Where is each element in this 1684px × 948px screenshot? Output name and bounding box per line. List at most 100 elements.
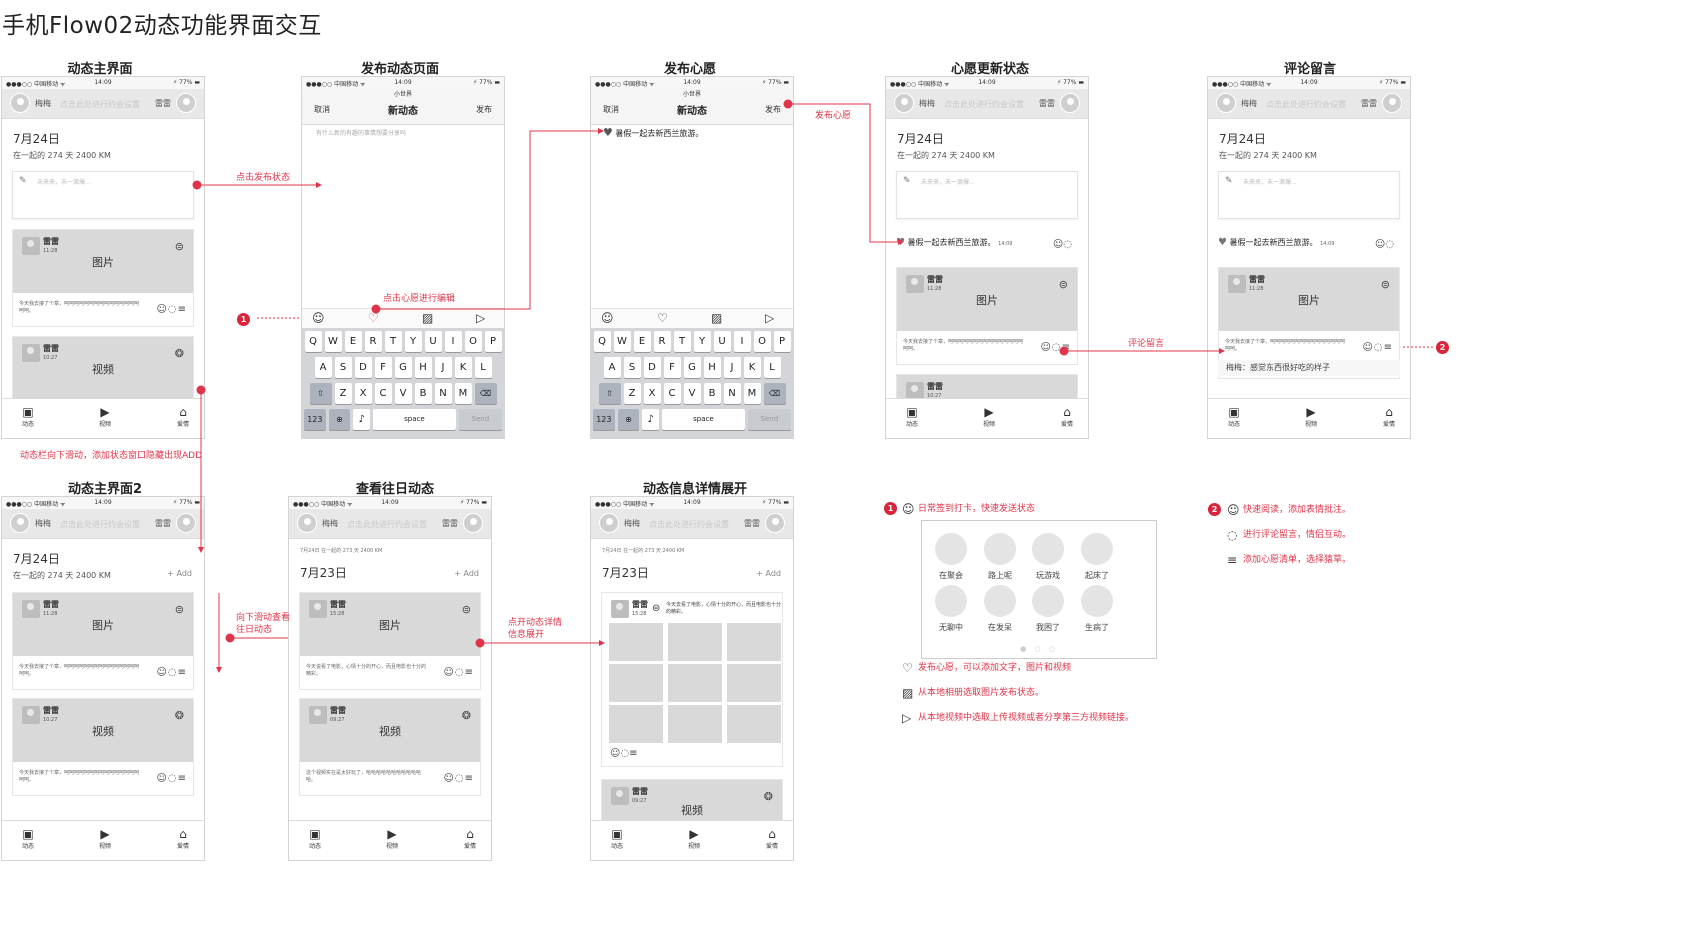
key-e[interactable]: E	[633, 331, 651, 352]
key-z[interactable]: Z	[334, 383, 352, 404]
mood-item[interactable]: 玩游戏	[1024, 533, 1072, 581]
feed-card-video[interactable]: 雷雷 09:27 视频 ❂ 这个视频实在是太好玩了，哈哈哈哈哈哈哈哈哈哈哈哈。 ☺◌≡	[299, 698, 481, 796]
key-d[interactable]: D	[643, 357, 661, 378]
key-v[interactable]: V	[394, 383, 412, 404]
card-actions[interactable]: ☺◌≡	[1362, 342, 1393, 353]
tab-love[interactable]: ⌂ 爱情	[455, 827, 485, 850]
delete-key[interactable]: ⌫	[763, 383, 786, 404]
photo-icon[interactable]: ▨	[711, 311, 722, 325]
video-icon[interactable]: ▷	[765, 311, 774, 325]
key-k[interactable]: K	[743, 357, 761, 378]
tab-video[interactable]: ▶ 视频	[974, 405, 1004, 428]
video-icon[interactable]: ▷	[476, 311, 485, 325]
feed-card-image[interactable]: 雷雷 11:28 图片 ⊜ 今天我去接了个章，呵呵呵呵呵呵呵呵呵呵呵呵呵呵呵呵呵。 ☺…	[896, 267, 1078, 365]
key-p[interactable]: P	[484, 331, 502, 352]
key-v[interactable]: V	[683, 383, 701, 404]
mood-item[interactable]: 生病了	[1073, 585, 1121, 633]
key-q[interactable]: Q	[304, 331, 322, 352]
mood-item[interactable]: 起床了	[1073, 533, 1121, 581]
heart-icon[interactable]: ♡	[368, 311, 379, 325]
date-setting-link[interactable]: 点击此处进行约会设置	[60, 99, 140, 110]
key-w[interactable]: W	[324, 331, 342, 352]
tab-feed[interactable]: ▣ 动态	[602, 827, 632, 850]
shift-key[interactable]: ⇧	[598, 383, 621, 404]
smile-icon[interactable]: ☺	[312, 311, 325, 325]
globe-key[interactable]: ⊕	[617, 409, 640, 430]
key-t[interactable]: T	[673, 331, 691, 352]
key-h[interactable]: H	[703, 357, 721, 378]
key-g[interactable]: G	[683, 357, 701, 378]
heart-icon[interactable]: ♡	[657, 311, 668, 325]
mic-key[interactable]: ♪	[642, 409, 660, 430]
couple-header[interactable]: 梅梅 点击此处进行约会设置 雷雷	[2, 509, 204, 539]
avatar[interactable]	[10, 93, 30, 113]
key-f[interactable]: F	[663, 357, 681, 378]
card-actions[interactable]: ☺◌≡	[443, 773, 474, 784]
delete-key[interactable]: ⌫	[474, 383, 497, 404]
key-s[interactable]: S	[334, 357, 352, 378]
key-n[interactable]: N	[434, 383, 452, 404]
key-y[interactable]: Y	[693, 331, 711, 352]
mood-item[interactable]: 我困了	[1024, 585, 1072, 633]
status-input-box[interactable]: ✎ 未来来，未一滚爆...	[1218, 171, 1400, 219]
tab-feed[interactable]: ▣ 动态	[13, 827, 43, 850]
tab-love[interactable]: ⌂ 爱情	[1374, 405, 1404, 428]
tab-video[interactable]: ▶ 视频	[679, 827, 709, 850]
shift-key[interactable]: ⇧	[309, 383, 332, 404]
tab-video[interactable]: ▶ 视频	[1296, 405, 1326, 428]
key-l[interactable]: L	[474, 357, 492, 378]
image-grid[interactable]	[609, 623, 781, 743]
key-j[interactable]: J	[434, 357, 452, 378]
key-o[interactable]: O	[753, 331, 771, 352]
key-l[interactable]: L	[763, 357, 781, 378]
num-key[interactable]: 123	[304, 409, 326, 430]
num-key[interactable]: 123	[593, 409, 615, 430]
key-r[interactable]: R	[653, 331, 671, 352]
key-i[interactable]: I	[733, 331, 751, 352]
key-u[interactable]: U	[713, 331, 731, 352]
tab-love[interactable]: ⌂ 爱情	[757, 827, 787, 850]
send-key[interactable]: Send	[747, 409, 792, 430]
key-u[interactable]: U	[424, 331, 442, 352]
add-button[interactable]: + Add	[167, 569, 192, 578]
feed-card-image[interactable]: 雷雷 15:28 图片 ⊜ 今天说看了电影，心情十分的开心，而且电影也十分的精彩。 ☺…	[299, 592, 481, 690]
tab-feed[interactable]: ▣ 动态	[13, 405, 43, 428]
tab-feed[interactable]: ▣ 动态	[1219, 405, 1249, 428]
status-input-box[interactable]: ✎ 未来来，未一滚爆...	[896, 171, 1078, 219]
key-m[interactable]: M	[743, 383, 761, 404]
tab-love[interactable]: ⌂ 爱情	[1052, 405, 1082, 428]
key-b[interactable]: B	[703, 383, 721, 404]
couple-header[interactable]: 梅梅 点击此处进行约会设置 雷雷	[2, 89, 204, 119]
key-t[interactable]: T	[384, 331, 402, 352]
globe-key[interactable]: ⊕	[328, 409, 351, 430]
tab-video[interactable]: ▶ 视频	[90, 827, 120, 850]
card-actions[interactable]: ☺◌≡	[156, 773, 187, 784]
publish-button[interactable]: 发布	[765, 104, 781, 115]
mood-item[interactable]: 路上呢	[976, 533, 1024, 581]
feed-card-video[interactable]: 雷雷 10:27 视频 ❂ 今天我去接了个章，呵呵呵呵呵呵呵呵呵呵呵呵呵呵呵呵呵。 ☺…	[12, 698, 194, 796]
key-c[interactable]: C	[663, 383, 681, 404]
key-m[interactable]: M	[454, 383, 472, 404]
key-i[interactable]: I	[444, 331, 462, 352]
card-actions[interactable]: ☺◌≡	[610, 748, 638, 759]
key-g[interactable]: G	[394, 357, 412, 378]
tab-feed[interactable]: ▣ 动态	[300, 827, 330, 850]
key-q[interactable]: Q	[593, 331, 611, 352]
tab-love[interactable]: ⌂ 爱情	[168, 827, 198, 850]
key-z[interactable]: Z	[623, 383, 641, 404]
tab-video[interactable]: ▶ 视频	[90, 405, 120, 428]
space-key[interactable]: space	[373, 409, 456, 430]
card-actions[interactable]: ☺◌≡	[156, 667, 187, 678]
wish-entry[interactable]: ♥ 暑假一起去新西兰旅游。	[603, 126, 703, 139]
key-x[interactable]: X	[354, 383, 372, 404]
publish-button[interactable]: 发布	[476, 104, 492, 115]
feed-card-video[interactable]: 雷雷 10:27 视频 ❂	[12, 336, 194, 402]
key-e[interactable]: E	[344, 331, 362, 352]
key-j[interactable]: J	[723, 357, 741, 378]
key-w[interactable]: W	[613, 331, 631, 352]
add-button[interactable]: + Add	[454, 569, 479, 578]
photo-icon[interactable]: ▨	[422, 311, 433, 325]
key-f[interactable]: F	[374, 357, 392, 378]
mood-item[interactable]: 无聊中	[927, 585, 975, 633]
key-d[interactable]: D	[354, 357, 372, 378]
